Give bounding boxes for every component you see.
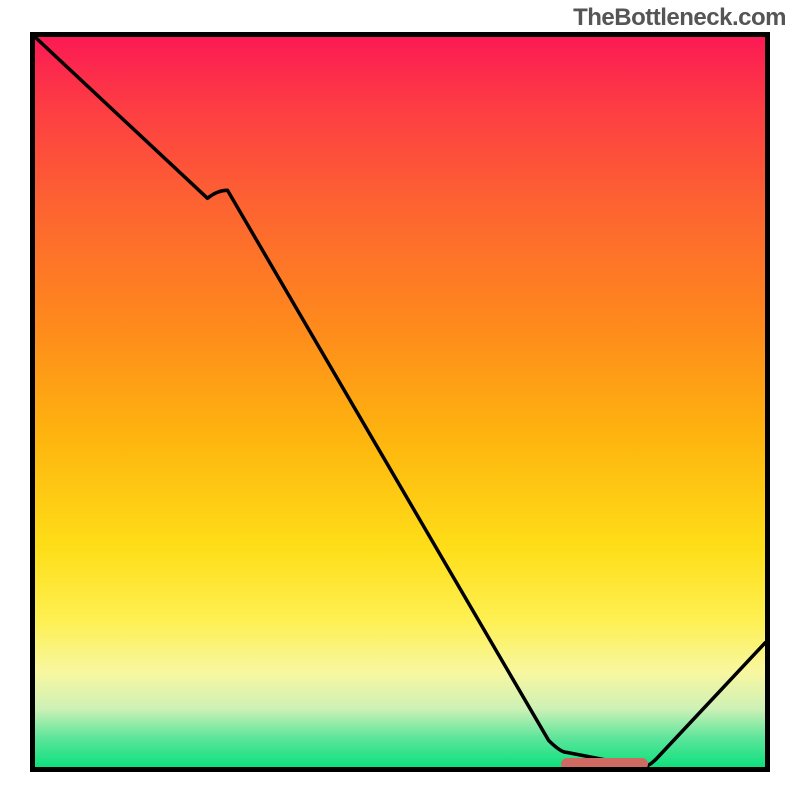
plot-frame: [30, 32, 770, 772]
watermark-text: TheBottleneck.com: [573, 4, 786, 32]
optimal-range-marker: [561, 758, 649, 770]
chart-container: TheBottleneck.com: [0, 0, 800, 800]
bottleneck-curve: [35, 37, 765, 767]
